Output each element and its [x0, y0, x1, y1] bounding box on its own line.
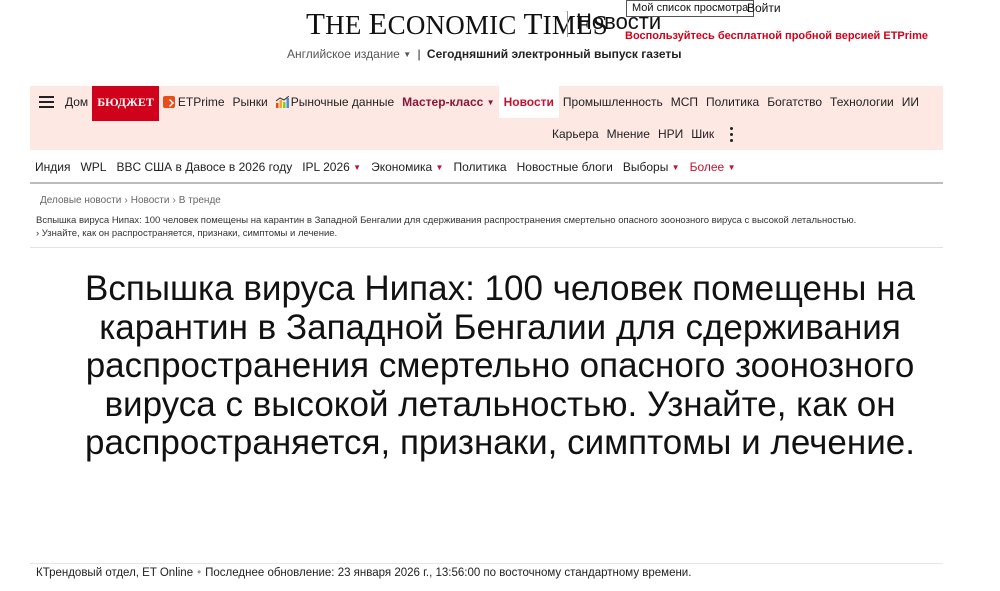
login-link[interactable]: Войти: [747, 1, 781, 15]
market-chart-icon: [275, 96, 289, 108]
etprime-trial-link[interactable]: Воспользуйтесь бесплатной пробной версие…: [625, 30, 928, 42]
sub-nav-davos[interactable]: BBC США в Давосе в 2026 году: [111, 160, 297, 174]
chevron-down-icon: ▼: [403, 50, 412, 59]
nav-item-industry[interactable]: Промышленность: [559, 95, 667, 109]
logo-divider: [567, 11, 568, 37]
byline-separator: •: [197, 567, 202, 579]
main-nav-row-2: Карьера Мнение НРИ Шик: [548, 118, 738, 150]
divider: [30, 247, 943, 248]
nav-item-careers[interactable]: Карьера: [548, 127, 603, 141]
sub-nav-politics[interactable]: Политика: [448, 160, 511, 174]
edition-row: Английское издание ▼ | Сегодняшний элект…: [287, 47, 681, 61]
sub-nav-news-blogs[interactable]: Новостные блоги: [512, 160, 618, 174]
edition-separator: |: [417, 47, 421, 61]
nav-item-wealth[interactable]: Богатство: [763, 95, 826, 109]
nav-item-masterclass[interactable]: Мастер-класс ▼: [398, 95, 498, 109]
nav-item-news[interactable]: Новости: [498, 86, 559, 118]
nav-item-sme[interactable]: МСП: [667, 95, 702, 109]
masthead: THE ECONOMIC TIMES Новости Мой список пр…: [0, 0, 1000, 72]
nav-item-markets[interactable]: Рынки: [229, 95, 272, 109]
sub-nav-economy[interactable]: Экономика ▼: [366, 160, 448, 174]
nav-item-budget[interactable]: БЮДЖЕТ: [92, 86, 159, 121]
nav-item-politics[interactable]: Политика: [702, 95, 763, 109]
sub-nav-ipl[interactable]: IPL 2026 ▼: [297, 160, 366, 174]
hamburger-menu-icon[interactable]: [34, 86, 58, 118]
article-byline: КТрендовый отдел, ET Online • Последнее об…: [36, 567, 691, 579]
etprime-icon: [162, 96, 175, 108]
nav-item-nri[interactable]: НРИ: [654, 127, 687, 141]
nav-item-etprime[interactable]: ETPrime: [159, 95, 229, 109]
sub-nav-wpl[interactable]: WPL: [75, 160, 111, 174]
sub-nav-india[interactable]: Индия: [30, 160, 75, 174]
article-headline: Вспышка вируса Нипах: 100 человек помеще…: [85, 269, 915, 462]
breadcrumb-trending[interactable]: В тренде: [179, 195, 221, 206]
breadcrumb: Деловые новости › Новости › В тренде: [40, 195, 221, 206]
sub-nav-more[interactable]: Более ▼: [685, 160, 741, 174]
article-updated-time: Последнее обновление: 23 января 2026 г.,…: [205, 567, 692, 579]
chevron-down-icon: ▼: [353, 163, 362, 172]
sub-nav-elections[interactable]: Выборы ▼: [618, 160, 685, 174]
story-summary-line-2[interactable]: › Узнайте, как он распространяется, приз…: [36, 227, 856, 240]
more-dots-icon[interactable]: [724, 124, 738, 144]
divider: [30, 563, 943, 564]
chevron-down-icon: ▼: [435, 163, 444, 172]
nav-item-tech[interactable]: Технологии: [826, 95, 898, 109]
sub-nav: Индия WPL BBC США в Давосе в 2026 году I…: [30, 152, 943, 184]
breadcrumb-business-news[interactable]: Деловые новости: [40, 195, 121, 206]
main-nav-row-1: Дом БЮДЖЕТ ETPrime Рынки Рыночные данные…: [30, 86, 923, 121]
breadcrumb-news[interactable]: Новости: [131, 195, 170, 206]
story-summary: Вспышка вируса Нипах: 100 человек помеще…: [36, 214, 856, 240]
epaper-link[interactable]: Сегодняшний электронный выпуск газеты: [427, 47, 682, 61]
et-logo[interactable]: THE ECONOMIC TIMES: [306, 6, 608, 42]
nav-item-opinion[interactable]: Мнение: [603, 127, 654, 141]
chevron-down-icon: ▼: [486, 98, 495, 107]
chevron-down-icon: ▼: [727, 163, 736, 172]
edition-selector[interactable]: Английское издание ▼: [287, 47, 411, 61]
watchlist-button[interactable]: Мой список просмотра: [626, 0, 755, 17]
story-summary-line-1[interactable]: Вспышка вируса Нипах: 100 человек помеще…: [36, 214, 856, 227]
nav-item-home[interactable]: Дом: [61, 95, 92, 109]
article-author[interactable]: КТрендовый отдел, ET Online: [36, 567, 193, 579]
chevron-down-icon: ▼: [671, 163, 680, 172]
nav-item-panache[interactable]: Шик: [687, 127, 718, 141]
nav-item-ai[interactable]: ИИ: [898, 95, 923, 109]
main-nav: Дом БЮДЖЕТ ETPrime Рынки Рыночные данные…: [30, 86, 943, 150]
nav-item-market-data[interactable]: Рыночные данные: [272, 95, 398, 109]
